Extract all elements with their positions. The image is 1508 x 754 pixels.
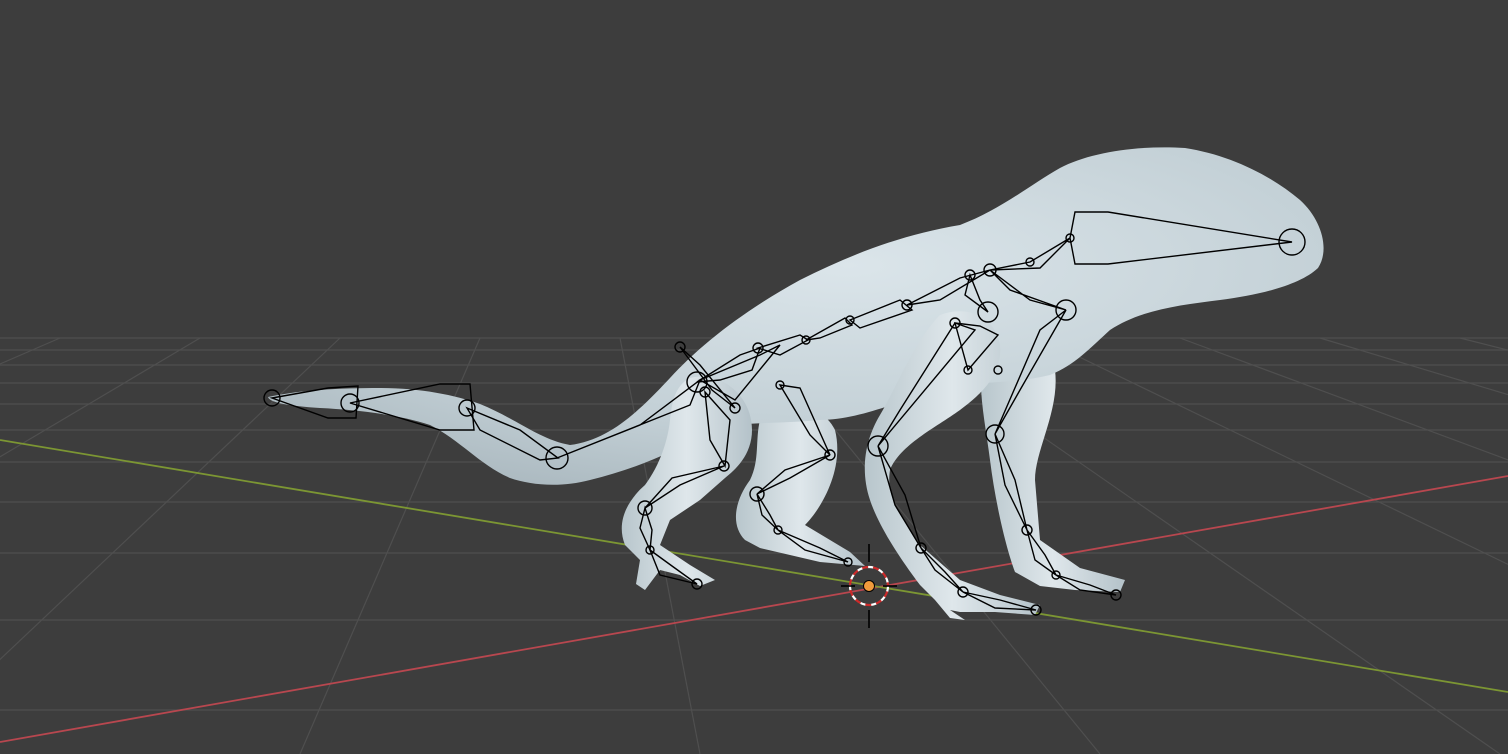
viewport-canvas[interactable] <box>0 0 1508 754</box>
3d-viewport[interactable] <box>0 0 1508 754</box>
lizard-mesh[interactable] <box>268 147 1324 620</box>
